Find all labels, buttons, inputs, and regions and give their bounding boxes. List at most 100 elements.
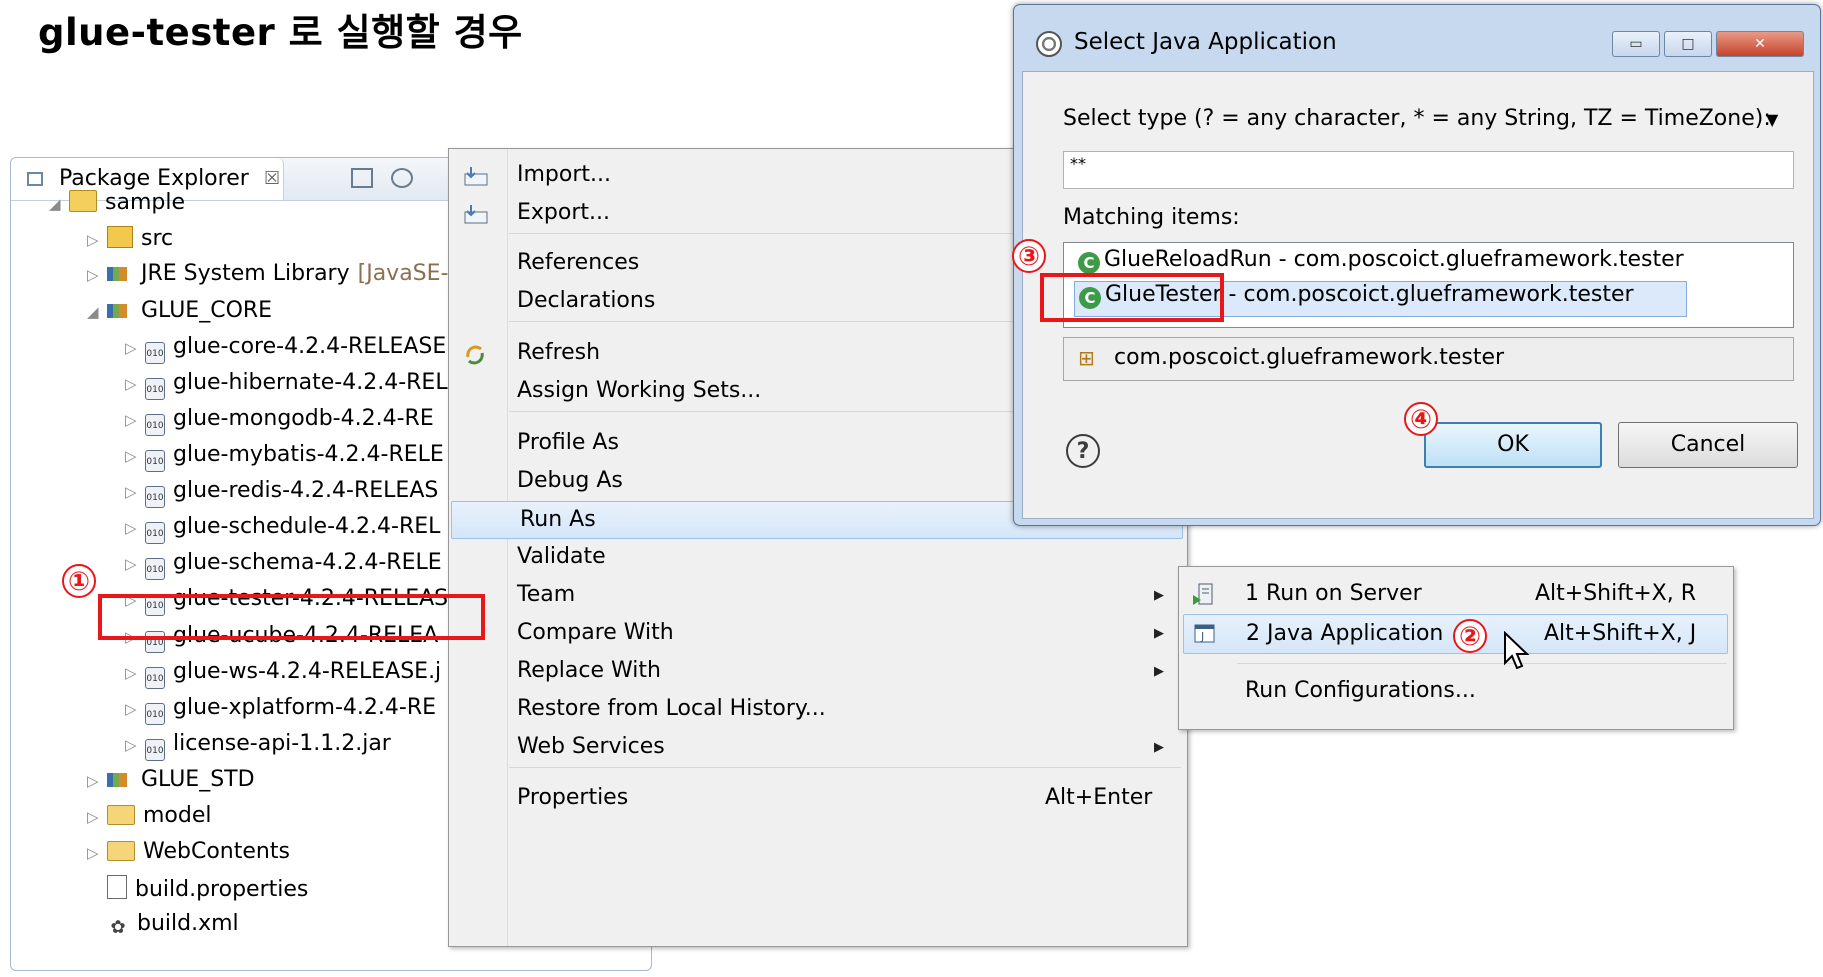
tree-item[interactable]: ◢ sample — [49, 190, 185, 224]
expand-arrow-icon[interactable]: ▷ — [125, 700, 145, 718]
tree-item-label: build.xml — [137, 911, 239, 936]
menu-item-web-services[interactable]: Web Services ▶ — [449, 729, 1187, 767]
library-icon — [107, 769, 133, 789]
link-with-editor-icon[interactable] — [391, 168, 413, 188]
menu-item-validate[interactable]: Validate — [449, 539, 1187, 577]
expand-arrow-icon[interactable]: ▷ — [125, 555, 145, 573]
expand-arrow-icon[interactable]: ▷ — [125, 664, 145, 682]
expand-arrow-icon[interactable]: ▷ — [125, 519, 145, 537]
cancel-button[interactable]: Cancel — [1618, 422, 1798, 468]
tree-item[interactable]: ▷ 010 glue-mybatis-4.2.4-RELE — [125, 442, 444, 476]
submenu-arrow-icon: ▶ — [1154, 626, 1164, 641]
tree-item[interactable]: ▷ 010 glue-schedule-4.2.4-REL — [125, 514, 440, 548]
class-icon: C — [1078, 252, 1100, 274]
close-button[interactable]: ✕ — [1716, 31, 1804, 57]
menu-item-run-on-server[interactable]: 1 Run on Server Alt+Shift+X, R — [1179, 575, 1733, 615]
expand-arrow-icon[interactable]: ▷ — [87, 772, 107, 790]
library-icon — [107, 300, 133, 320]
expand-arrow-icon[interactable]: ▷ — [87, 266, 107, 284]
eclipse-icon — [1036, 31, 1062, 57]
expand-arrow-icon[interactable]: ▷ — [125, 483, 145, 501]
tree-item[interactable]: ▷ 010 glue-schema-4.2.4-RELE — [125, 550, 442, 584]
tree-item-label: glue-hibernate-4.2.4-REL — [173, 370, 448, 395]
annotation-badge-3: ③ — [1012, 239, 1046, 273]
tree-item[interactable]: ▷ model — [87, 803, 212, 837]
menu-item-label: 2 Java Application — [1246, 621, 1444, 646]
expand-arrow-icon[interactable]: ▷ — [87, 231, 107, 249]
menu-item-label: Assign Working Sets... — [517, 378, 762, 403]
tree-item[interactable]: ▷ GLUE_STD — [87, 767, 255, 801]
tree-item[interactable]: ▷ 010 glue-hibernate-4.2.4-REL — [125, 370, 448, 404]
tree-item[interactable]: ▷ 010 glue-ws-4.2.4-RELEASE.j — [125, 659, 441, 693]
menu-item-label: Import... — [517, 162, 611, 187]
collapse-all-icon[interactable] — [351, 168, 373, 188]
menu-item-label: Export... — [517, 200, 610, 225]
annotation-highlight-glue-tester — [98, 594, 485, 640]
properties-file-icon — [107, 875, 127, 899]
jar-icon: 010 — [145, 378, 165, 400]
tree-item-label: glue-mybatis-4.2.4-RELE — [173, 442, 444, 467]
tree-item-decoration: [JavaSE-1 — [357, 261, 463, 286]
tree-item[interactable]: ▷ 010 glue-redis-4.2.4-RELEAS — [125, 478, 438, 512]
tree-item[interactable]: ▷ 010 glue-mongodb-4.2.4-RE — [125, 406, 434, 440]
tree-item[interactable]: ✿ build.xml — [87, 911, 239, 945]
tree-item-label: model — [143, 803, 212, 828]
menu-item-run-configurations[interactable]: Run Configurations... — [1179, 672, 1733, 712]
tree-item[interactable]: ◢ GLUE_CORE — [87, 298, 272, 332]
tree-item[interactable]: ▷ WebContents — [87, 839, 290, 873]
help-icon[interactable]: ? — [1066, 434, 1100, 468]
jar-icon: 010 — [145, 450, 165, 472]
tree-item[interactable]: build.properties — [87, 875, 308, 909]
library-icon — [107, 263, 133, 283]
tree-item[interactable]: ▷ 010 glue-core-4.2.4-RELEASE — [125, 334, 446, 368]
jar-icon: 010 — [145, 558, 165, 580]
mouse-cursor-icon — [1504, 631, 1530, 670]
tree-item[interactable]: ▷ 010 glue-xplatform-4.2.4-RE — [125, 695, 436, 729]
jar-icon: 010 — [145, 703, 165, 725]
minimize-button[interactable]: ▭ — [1612, 31, 1660, 57]
menu-item-label: Declarations — [517, 288, 656, 313]
expand-arrow-icon[interactable]: ▷ — [125, 375, 145, 393]
maximize-button[interactable]: □ — [1664, 31, 1712, 57]
expand-arrow-icon[interactable]: ▷ — [125, 736, 145, 754]
menu-item-restore-from-local-history[interactable]: Restore from Local History... — [449, 691, 1187, 729]
expand-arrow-icon[interactable]: ▷ — [125, 339, 145, 357]
expand-arrow-icon[interactable]: ▷ — [87, 844, 107, 862]
tree-item-label: license-api-1.1.2.jar — [173, 731, 391, 756]
expand-arrow-icon[interactable]: ▷ — [125, 411, 145, 429]
expand-arrow-icon[interactable]: ▷ — [125, 447, 145, 465]
tree-item-label: GLUE_STD — [141, 767, 255, 792]
menu-item-label: Debug As — [517, 468, 623, 493]
submenu-arrow-icon: ▶ — [1154, 664, 1164, 679]
folder-icon — [107, 805, 135, 825]
separator-text: - — [1271, 247, 1294, 272]
menu-item-shortcut: Alt+Shift+X, R — [1535, 581, 1697, 606]
jar-icon: 010 — [145, 414, 165, 436]
menu-item-label: Compare With — [517, 620, 674, 645]
tree-item[interactable]: ▷ JRE System Library [JavaSE-1 — [87, 261, 462, 295]
tree-item-label: glue-xplatform-4.2.4-RE — [173, 695, 437, 720]
tree-item-label: glue-mongodb-4.2.4-RE — [173, 406, 434, 431]
collapse-arrow-icon[interactable]: ◢ — [87, 303, 107, 321]
tree-item[interactable]: ▷ 010 license-api-1.1.2.jar — [125, 731, 391, 765]
tab-close-icon[interactable]: ☒ — [264, 168, 280, 189]
menu-item-compare-with[interactable]: Compare With ▶ — [449, 615, 1187, 653]
tree-item-label: GLUE_CORE — [141, 298, 273, 323]
tree-item-label: glue-schema-4.2.4-RELE — [173, 550, 442, 575]
collapse-arrow-icon[interactable]: ◢ — [49, 195, 69, 213]
expand-arrow-icon[interactable]: ▷ — [87, 808, 107, 826]
page-heading: glue-tester 로 실행할 경우 — [38, 11, 523, 54]
select-type-menu-icon[interactable]: ▼ — [1766, 110, 1778, 129]
menu-item-properties[interactable]: Properties Alt+Enter — [449, 780, 1187, 818]
svg-text:J: J — [1200, 630, 1204, 643]
tree-item[interactable]: ▷ src — [87, 226, 173, 260]
menu-item-replace-with[interactable]: Replace With ▶ — [449, 653, 1187, 691]
annotation-badge-1: ① — [62, 564, 96, 598]
server-icon — [1193, 583, 1215, 613]
class-package: com.poscoict.glueframework.tester — [1293, 247, 1684, 272]
filter-input[interactable]: ** — [1063, 151, 1794, 189]
tree-item-label: glue-core-4.2.4-RELEASE — [173, 334, 447, 359]
matching-items-label: Matching items: — [1063, 205, 1240, 230]
menu-item-team[interactable]: Team ▶ — [449, 577, 1187, 615]
ok-button[interactable]: OK — [1424, 422, 1602, 468]
